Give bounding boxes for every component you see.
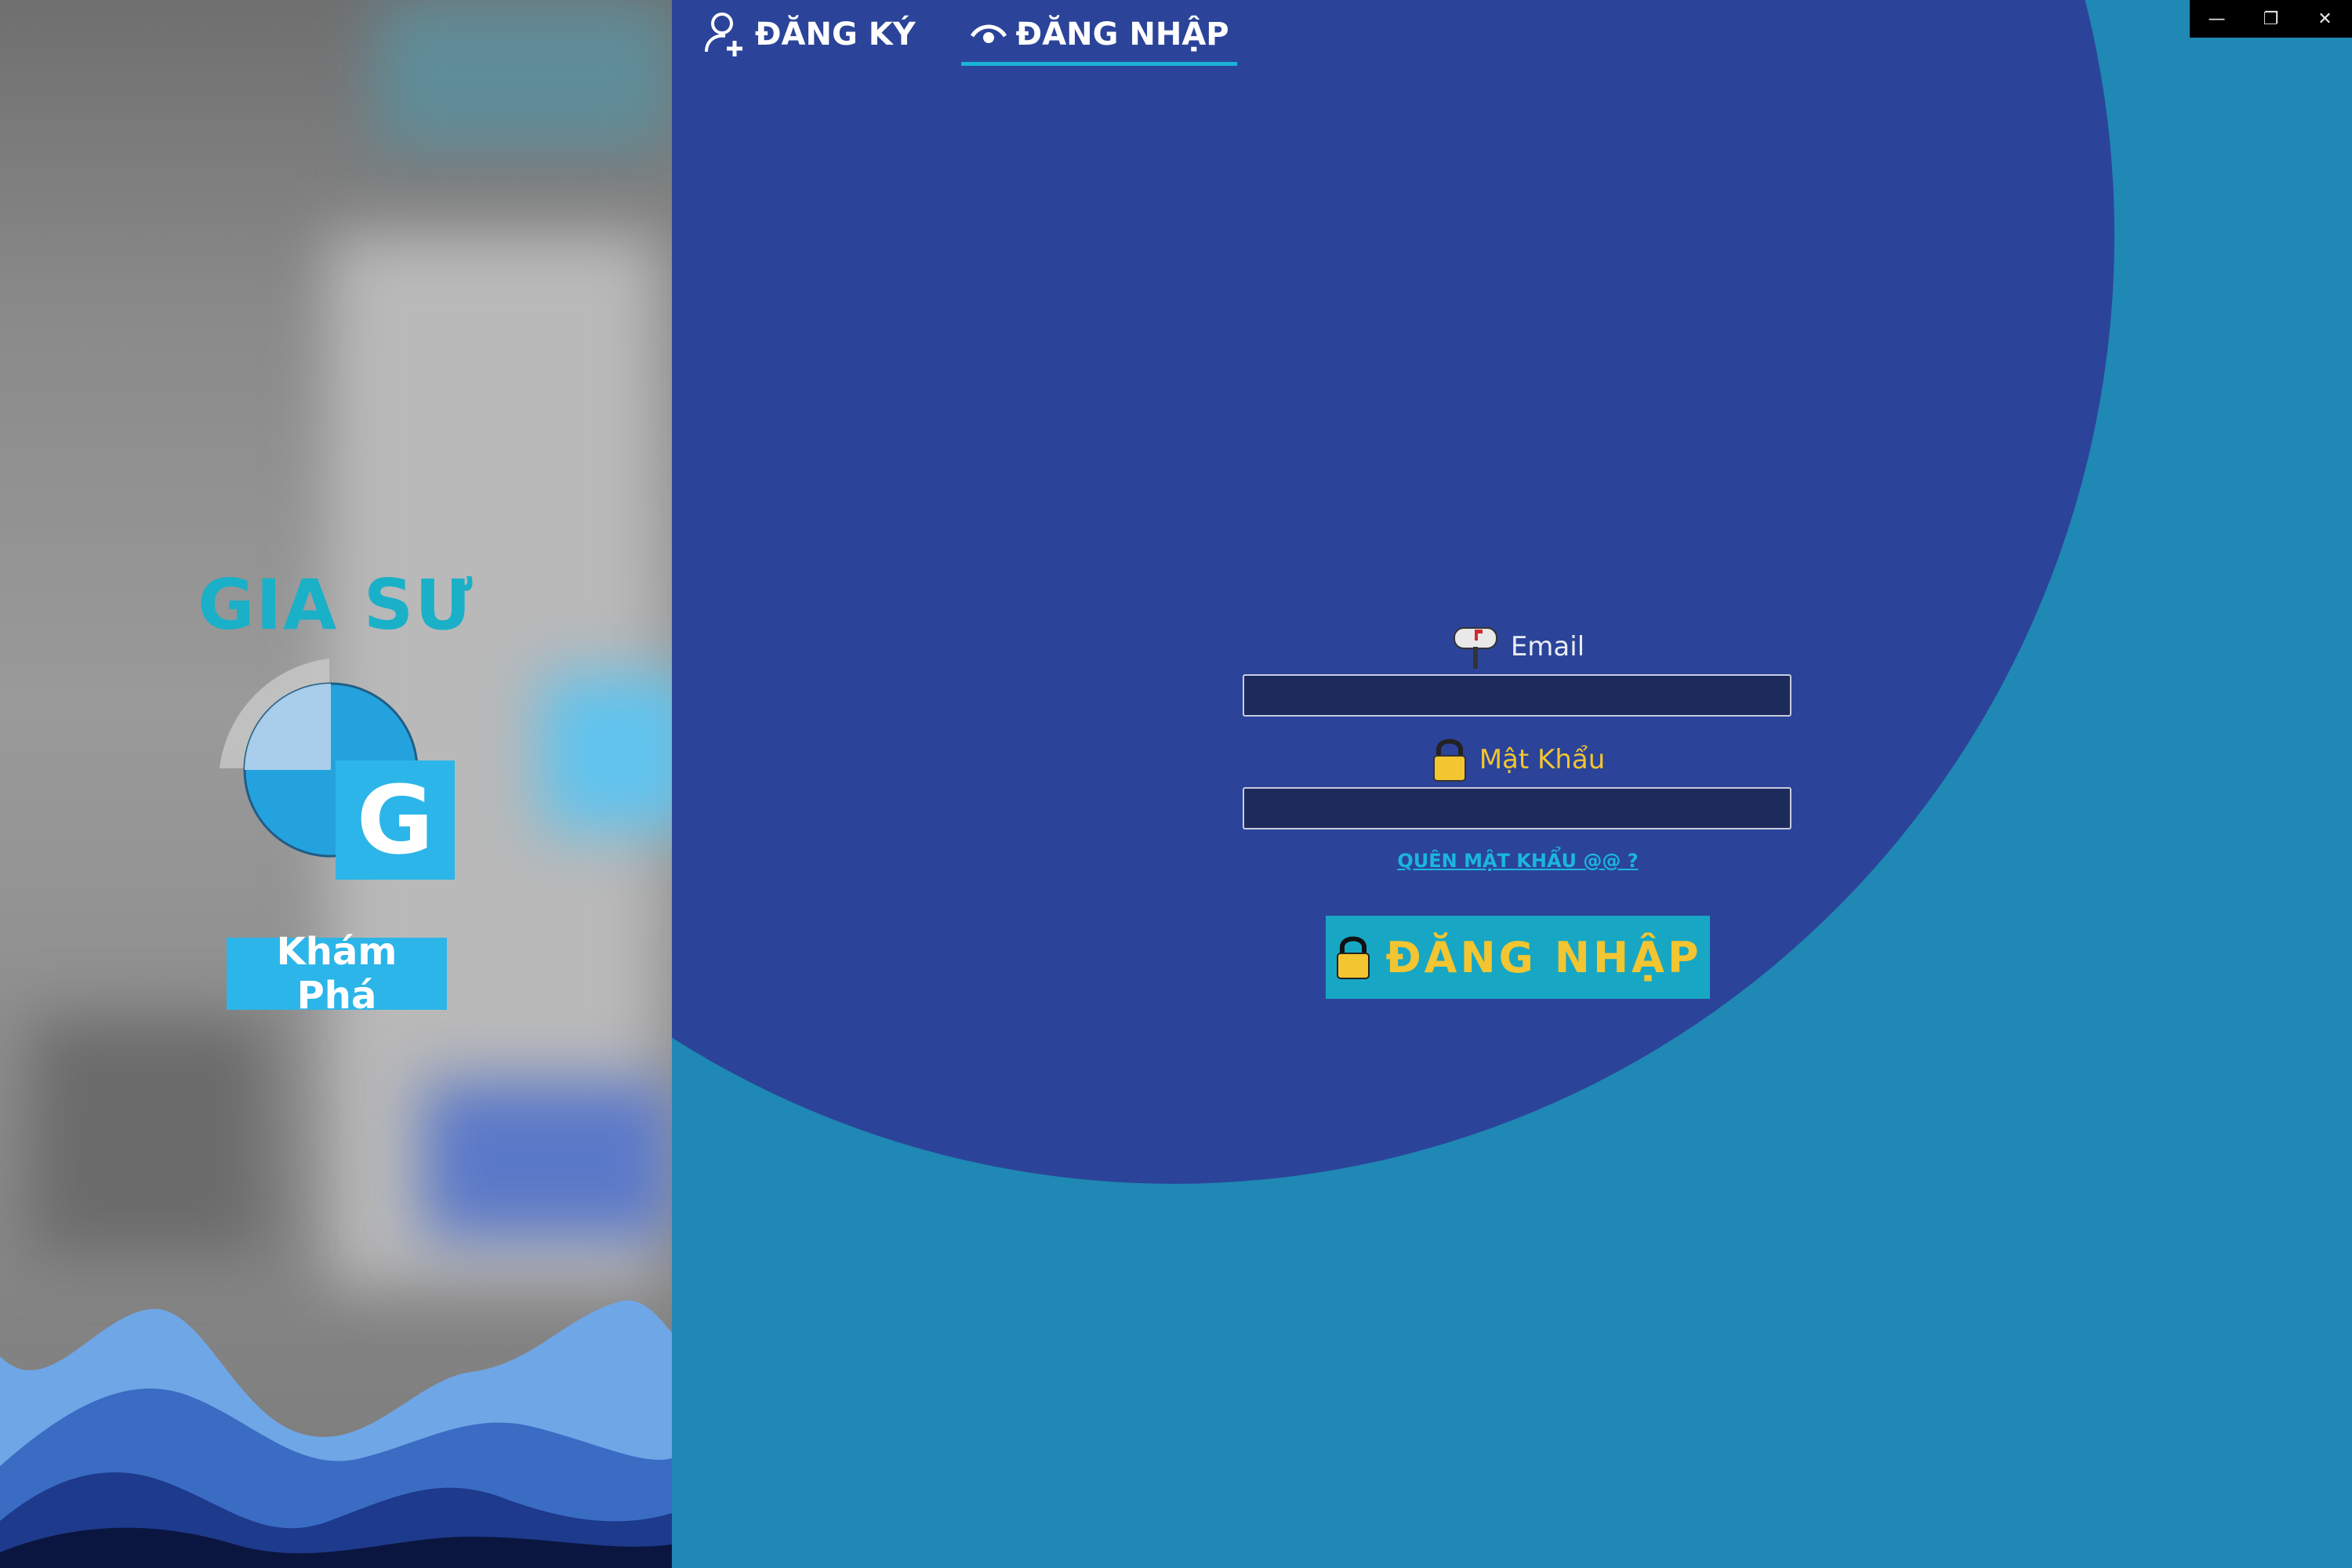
email-label: Email <box>1510 631 1585 662</box>
password-label: Mật Khẩu <box>1479 744 1606 775</box>
login-button-label: ĐĂNG NHẬP <box>1385 932 1702 982</box>
login-form: Email Mật Khẩu QUÊN MẬT KHẨU @@ ? <box>1243 619 1793 872</box>
tab-bar: ĐĂNG KÝ ĐĂNG NHẬP <box>695 6 1237 69</box>
login-area: ĐĂNG KÝ ĐĂNG NHẬP Email Mật Khẩu QUÊN MẬ… <box>672 0 2352 1568</box>
tab-login-label: ĐĂNG NHẬP <box>1015 16 1229 53</box>
close-button[interactable]: ✕ <box>2298 0 2352 38</box>
restore-button[interactable]: ❐ <box>2244 0 2298 38</box>
brand-panel: GIA SƯ G Khám Phá <box>0 0 672 1568</box>
explore-button[interactable]: Khám Phá <box>227 930 447 1018</box>
logo-letter: G <box>357 767 434 876</box>
lock-icon <box>1337 936 1370 979</box>
logo-icon: G <box>220 659 455 880</box>
add-user-icon <box>705 13 742 56</box>
brand-title: GIA SƯ <box>198 564 474 645</box>
tab-register-label: ĐĂNG KÝ <box>755 16 916 53</box>
email-input[interactable] <box>1243 674 1791 717</box>
password-label-row: Mật Khẩu <box>1243 732 1793 787</box>
mailbox-icon <box>1453 627 1497 669</box>
mountains-illustration <box>0 1300 672 1568</box>
window-controls: — ❐ ✕ <box>2190 0 2352 38</box>
eye-icon <box>970 24 1007 43</box>
forgot-password-link[interactable]: QUÊN MẬT KHẨU @@ ? <box>1243 850 1793 872</box>
email-label-row: Email <box>1243 619 1793 674</box>
tab-register[interactable]: ĐĂNG KÝ <box>695 6 924 63</box>
background-circle <box>672 0 2114 1184</box>
password-input[interactable] <box>1243 787 1791 829</box>
minimize-button[interactable]: — <box>2190 0 2244 38</box>
tab-login[interactable]: ĐĂNG NHẬP <box>960 6 1237 66</box>
lock-icon <box>1432 739 1466 782</box>
login-button[interactable]: ĐĂNG NHẬP <box>1326 916 1710 999</box>
